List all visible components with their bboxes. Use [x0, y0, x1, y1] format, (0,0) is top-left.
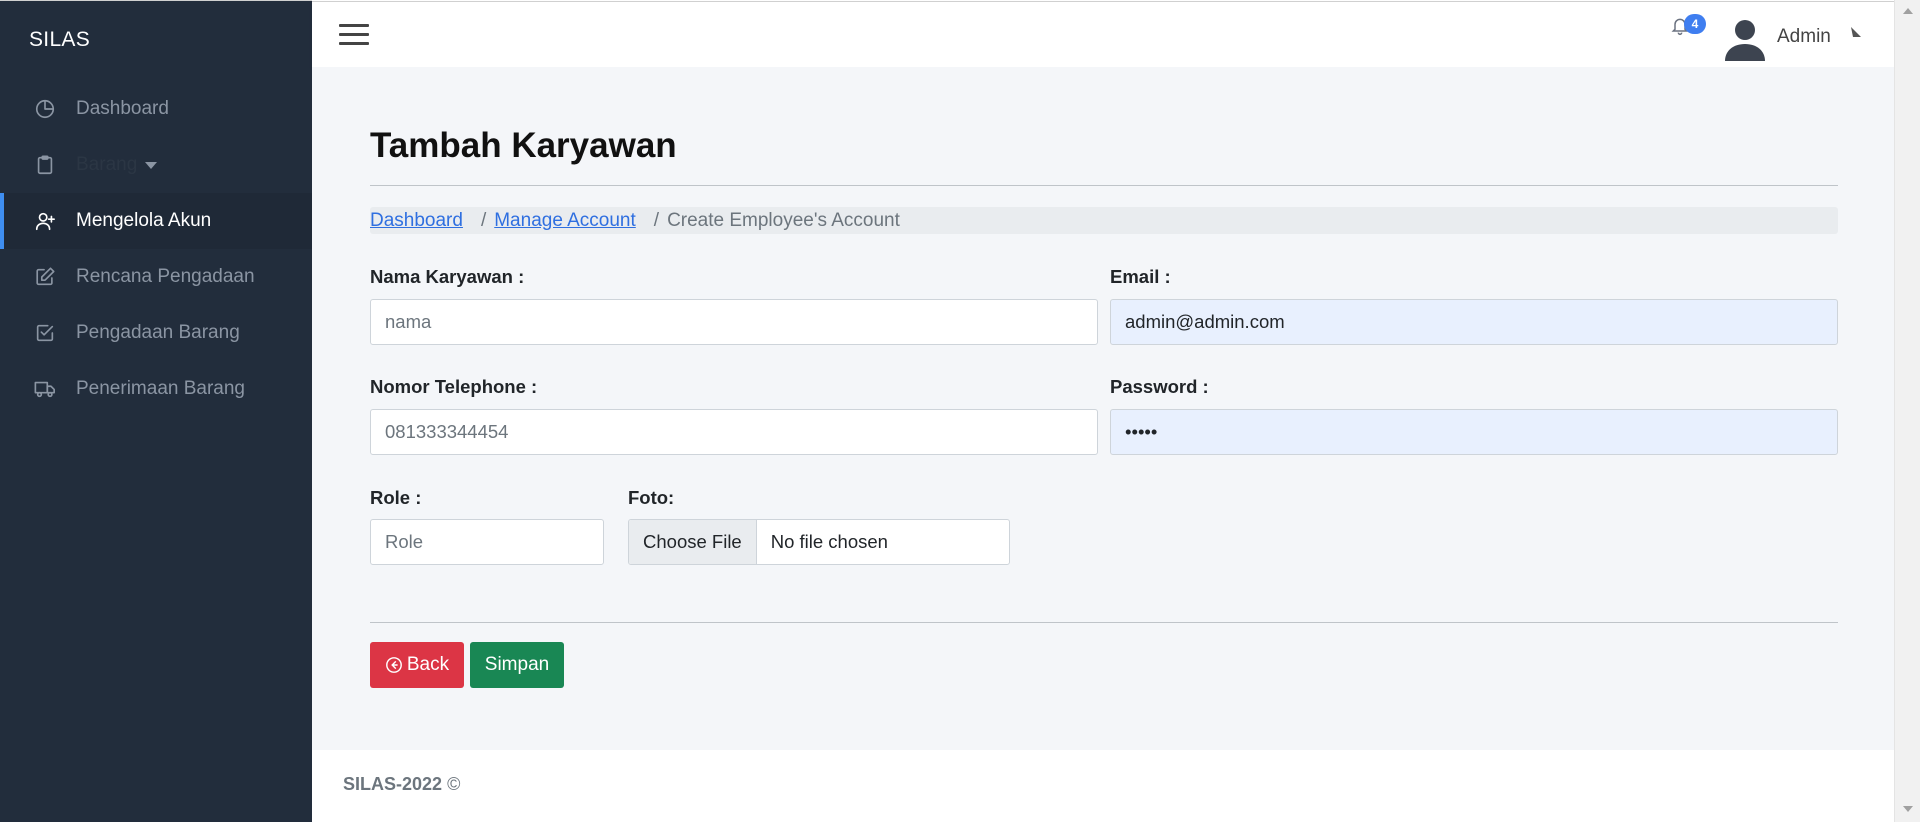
- page-scrollbar[interactable]: [1894, 0, 1920, 822]
- breadcrumb-manage-account-link[interactable]: Manage Account: [494, 210, 636, 232]
- breadcrumb-separator: /: [653, 209, 660, 231]
- sidebar-item-label: Barang: [76, 154, 138, 175]
- save-button[interactable]: Simpan: [470, 642, 564, 688]
- divider: [370, 185, 1838, 186]
- nama-input[interactable]: nama: [370, 299, 1098, 345]
- scroll-up-arrow-icon[interactable]: [1903, 8, 1913, 14]
- sidebar: SILAS Dashboard Barang Mengelola Akun Re…: [0, 0, 312, 822]
- sidebar-item-barang[interactable]: Barang: [0, 137, 312, 193]
- main-content: Tambah Karyawan Dashboard / Manage Accou…: [312, 67, 1894, 750]
- divider: [370, 622, 1838, 623]
- sidebar-item-mengelola-akun[interactable]: Mengelola Akun: [0, 193, 312, 249]
- breadcrumb: Dashboard / Manage Account / Create Empl…: [370, 207, 1838, 234]
- menu-toggle-icon[interactable]: [339, 22, 369, 46]
- sidebar-item-dashboard[interactable]: Dashboard: [0, 81, 312, 137]
- footer: SILAS-2022 ©: [312, 750, 1894, 818]
- user-menu-caret-icon[interactable]: [1851, 24, 1861, 37]
- foto-label: Foto:: [628, 487, 675, 508]
- notification-badge: 4: [1684, 14, 1706, 34]
- phone-input[interactable]: 081333344454: [370, 409, 1098, 455]
- footer-text: SILAS-2022 ©: [343, 774, 460, 795]
- page-title: Tambah Karyawan: [370, 126, 677, 165]
- sidebar-nav: Dashboard Barang Mengelola Akun Rencana …: [0, 81, 312, 417]
- sidebar-item-penerimaan-barang[interactable]: Penerimaan Barang: [0, 361, 312, 417]
- password-input[interactable]: •••••: [1110, 409, 1838, 455]
- email-label: Email :: [1110, 266, 1171, 287]
- edit-icon: [34, 266, 56, 288]
- copyright-symbol: ©: [447, 774, 461, 794]
- foto-file-input[interactable]: Choose File No file chosen: [628, 519, 1010, 565]
- arrow-left-circle-icon: [385, 657, 402, 673]
- user-plus-icon: [34, 210, 56, 232]
- check-square-icon: [34, 322, 56, 344]
- sidebar-item-label: Mengelola Akun: [76, 210, 212, 231]
- phone-label: Nomor Telephone :: [370, 376, 538, 397]
- caret-down-icon: [145, 161, 158, 169]
- breadcrumb-separator: /: [480, 209, 487, 231]
- brand-logo[interactable]: SILAS: [29, 28, 90, 52]
- role-label: Role :: [370, 487, 422, 508]
- choose-file-button[interactable]: Choose File: [629, 520, 757, 564]
- back-button[interactable]: Back: [370, 642, 464, 688]
- sidebar-item-label: Dashboard: [76, 98, 169, 119]
- sidebar-item-label: Pengadaan Barang: [76, 322, 240, 343]
- clipboard-icon: [34, 154, 56, 176]
- breadcrumb-current: Create Employee's Account: [667, 209, 900, 231]
- scroll-down-arrow-icon[interactable]: [1903, 806, 1913, 812]
- breadcrumb-dashboard-link[interactable]: Dashboard: [370, 210, 463, 232]
- email-input[interactable]: admin@admin.com: [1110, 299, 1838, 345]
- topbar: 4 Admin: [312, 1, 1894, 67]
- sidebar-item-rencana-pengadaan[interactable]: Rencana Pengadaan: [0, 249, 312, 305]
- sidebar-item-pengadaan-barang[interactable]: Pengadaan Barang: [0, 305, 312, 361]
- pie-chart-icon: [34, 98, 56, 120]
- back-button-label: Back: [406, 654, 450, 675]
- file-status-text: No file chosen: [770, 531, 888, 552]
- avatar[interactable]: [1722, 15, 1768, 61]
- sidebar-item-label: Penerimaan Barang: [76, 378, 245, 399]
- role-input[interactable]: Role: [370, 519, 604, 565]
- user-name[interactable]: Admin: [1777, 26, 1831, 48]
- sidebar-item-label: Rencana Pengadaan: [76, 266, 255, 287]
- nama-label: Nama Karyawan :: [370, 266, 525, 287]
- truck-icon: [34, 378, 56, 400]
- password-label: Password :: [1110, 376, 1209, 397]
- footer-brand: SILAS-2022: [343, 774, 443, 794]
